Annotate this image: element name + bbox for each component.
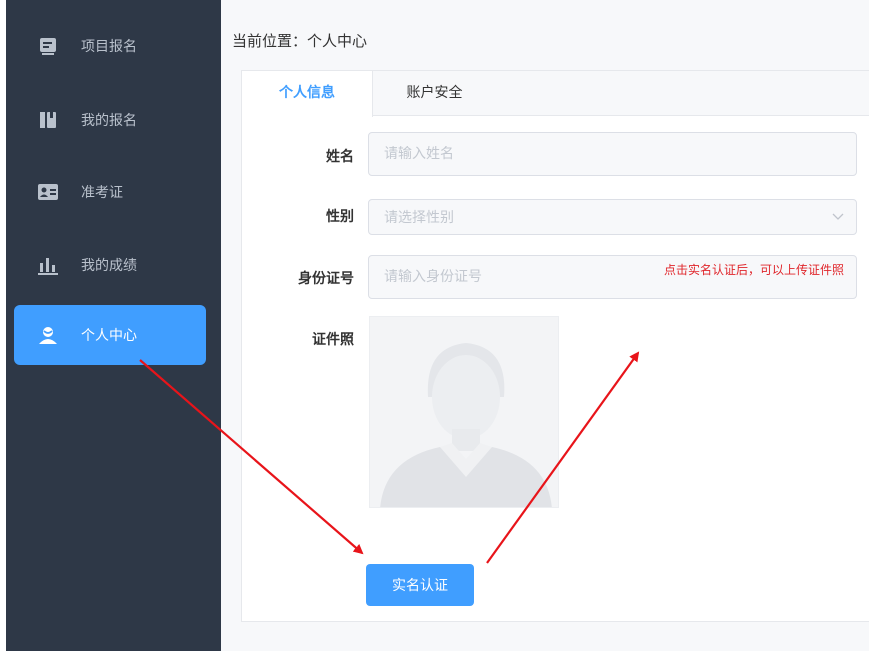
sidebar-item-label: 我的报名: [81, 113, 137, 129]
id-photo-placeholder: [369, 316, 559, 508]
gender-select-placeholder: 请选择性别: [384, 210, 454, 226]
main-content: 当前位置：个人中心 个人信息 账户安全 姓名 性别 请选择性别 身份证号 证件照: [221, 0, 869, 651]
photo-label: 证件照: [312, 332, 354, 348]
sidebar: 项目报名 我的报名 准考证 我的成绩 个人中心: [6, 0, 221, 651]
breadcrumb: 当前位置：个人中心: [232, 32, 368, 50]
tab-personal-info[interactable]: 个人信息: [242, 71, 373, 117]
name-input[interactable]: [384, 146, 856, 162]
id-number-label: 身份证号: [298, 271, 354, 287]
tab-account-security[interactable]: 账户安全: [373, 71, 496, 116]
book-icon: [37, 109, 59, 131]
chevron-down-icon: [832, 210, 844, 224]
bar-chart-icon: [37, 254, 59, 276]
gender-label: 性别: [326, 209, 354, 225]
profile-panel: 个人信息 账户安全 姓名 性别 请选择性别 身份证号 证件照: [241, 70, 869, 622]
sidebar-item-label: 个人中心: [81, 328, 137, 344]
annotation-text: 点击实名认证后，可以上传证件照: [664, 263, 845, 277]
sidebar-item-label: 我的成绩: [81, 258, 137, 274]
avatar-silhouette-icon: [370, 317, 558, 507]
sidebar-item-label: 准考证: [81, 185, 123, 201]
name-label: 姓名: [326, 149, 354, 165]
user-icon: [37, 324, 59, 346]
sidebar-item-my-scores[interactable]: 我的成绩: [14, 235, 206, 295]
sidebar-item-admission-ticket[interactable]: 准考证: [14, 162, 206, 222]
sidebar-item-my-registration[interactable]: 我的报名: [14, 90, 206, 150]
tab-bar: 个人信息 账户安全: [242, 71, 869, 117]
sidebar-item-project-registration[interactable]: 项目报名: [14, 16, 206, 76]
gender-select[interactable]: 请选择性别: [368, 199, 857, 235]
real-name-verification-button[interactable]: 实名认证: [366, 564, 474, 606]
document-icon: [37, 35, 59, 57]
sidebar-item-personal-center[interactable]: 个人中心: [14, 305, 206, 365]
name-field-wrapper: [368, 132, 857, 176]
id-card-icon: [37, 181, 59, 203]
sidebar-item-label: 项目报名: [81, 39, 137, 55]
